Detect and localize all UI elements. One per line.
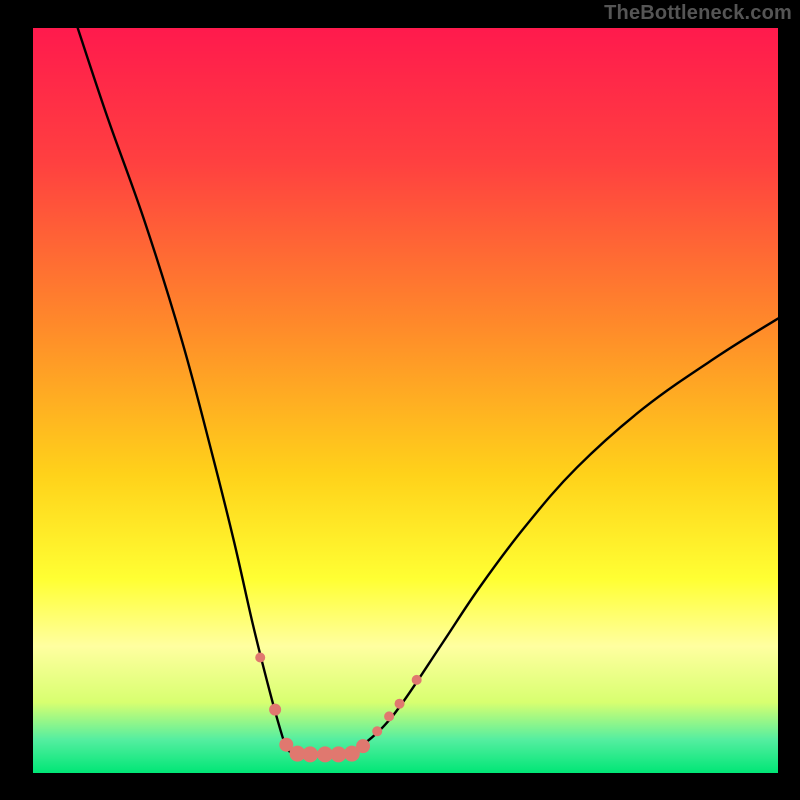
data-marker xyxy=(372,726,382,736)
plot-area xyxy=(33,28,778,773)
watermark-text: TheBottleneck.com xyxy=(604,2,792,25)
chart-frame: TheBottleneck.com xyxy=(0,0,800,800)
data-marker xyxy=(302,746,318,762)
data-marker xyxy=(269,704,281,716)
data-marker xyxy=(384,711,394,721)
plot-svg xyxy=(33,28,778,773)
data-marker xyxy=(255,653,265,663)
data-marker xyxy=(356,739,370,753)
data-marker xyxy=(395,699,405,709)
data-marker xyxy=(412,675,422,685)
